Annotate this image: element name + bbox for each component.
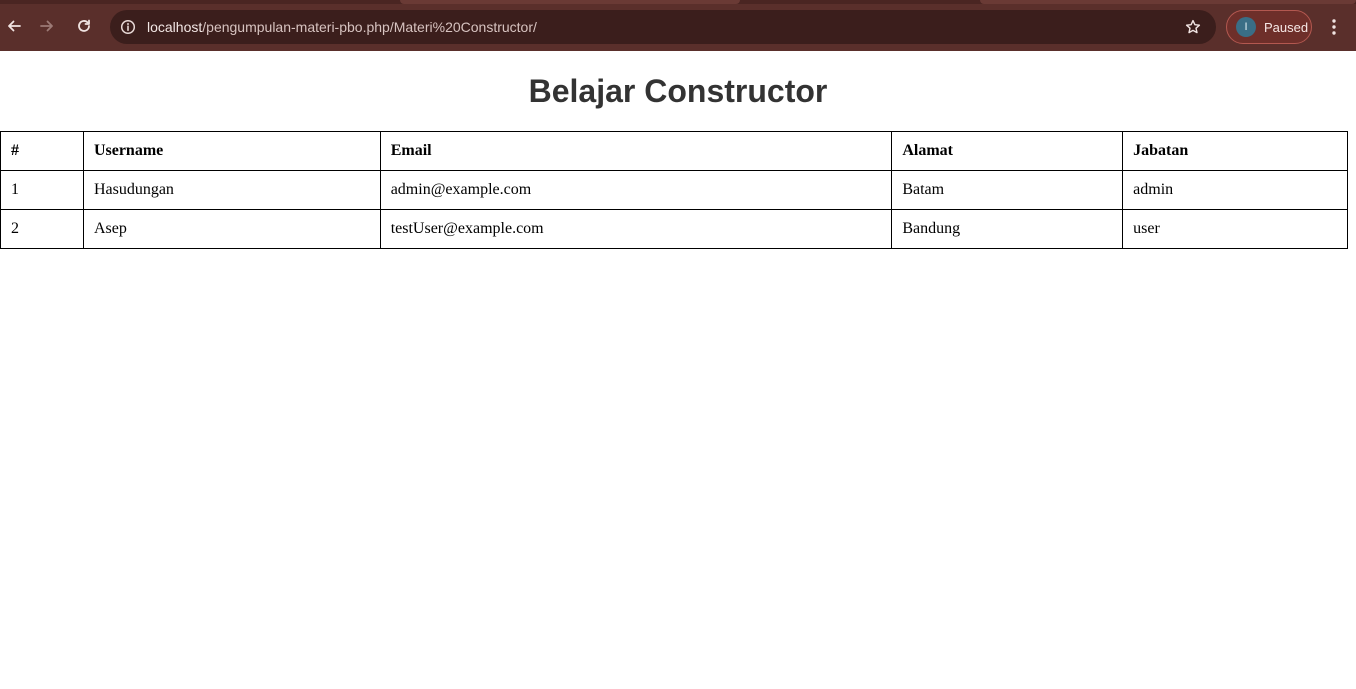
cell-email: testUser@example.com	[379, 209, 893, 249]
kebab-menu-icon	[1332, 19, 1336, 35]
reload-icon	[78, 19, 90, 32]
reload-button[interactable]	[70, 12, 98, 40]
cell-alamat: Bandung	[891, 209, 1124, 249]
profile-button[interactable]: I Paused	[1226, 10, 1312, 44]
bookmark-button[interactable]	[1182, 16, 1204, 38]
column-header-email: Email	[379, 131, 893, 171]
avatar: I	[1236, 17, 1256, 37]
back-button[interactable]	[0, 12, 28, 40]
site-info-button[interactable]	[118, 17, 138, 37]
url-path: /pengumpulan-materi-pbo.php/Materi%20Con…	[202, 19, 537, 35]
cell-jabatan: admin	[1122, 170, 1348, 210]
browser-tab[interactable]	[400, 0, 740, 4]
browser-tab[interactable]	[980, 0, 1356, 4]
column-header-username: Username	[82, 131, 381, 171]
cell-jabatan: user	[1122, 209, 1348, 249]
info-icon	[120, 19, 136, 35]
browser-toolbar: localhost/pengumpulan-materi-pbo.php/Mat…	[0, 0, 1356, 51]
column-header-alamat: Alamat	[891, 131, 1124, 171]
cell-username: Asep	[82, 209, 381, 249]
table-header-row: # Username Email Alamat Jabatan	[0, 131, 1348, 171]
browser-menu-button[interactable]	[1322, 13, 1346, 41]
column-header-number: #	[0, 131, 84, 171]
cell-number: 1	[0, 170, 84, 210]
star-icon	[1185, 19, 1201, 34]
address-bar[interactable]: localhost/pengumpulan-materi-pbo.php/Mat…	[110, 10, 1216, 44]
cell-username: Hasudungan	[82, 170, 381, 210]
cell-number: 2	[0, 209, 84, 249]
page-title: Belajar Constructor	[528, 73, 828, 109]
column-header-jabatan: Jabatan	[1122, 131, 1348, 171]
table-row: 1 Hasudungan admin@example.com Batam adm…	[0, 170, 1348, 210]
users-table: # Username Email Alamat Jabatan 1 Hasudu…	[0, 131, 1348, 249]
profile-status: Paused	[1264, 19, 1309, 35]
url-host: localhost	[147, 19, 203, 35]
page-content: Belajar Constructor # Username Email Ala…	[0, 51, 1356, 689]
table-row: 2 Asep testUser@example.com Bandung user	[0, 209, 1348, 249]
arrow-left-icon	[8, 20, 21, 32]
cell-alamat: Batam	[891, 170, 1124, 210]
cell-email: admin@example.com	[379, 170, 893, 210]
forward-button[interactable]	[33, 12, 61, 40]
url-text[interactable]: localhost/pengumpulan-materi-pbo.php/Mat…	[147, 19, 537, 35]
arrow-right-icon	[40, 20, 53, 32]
